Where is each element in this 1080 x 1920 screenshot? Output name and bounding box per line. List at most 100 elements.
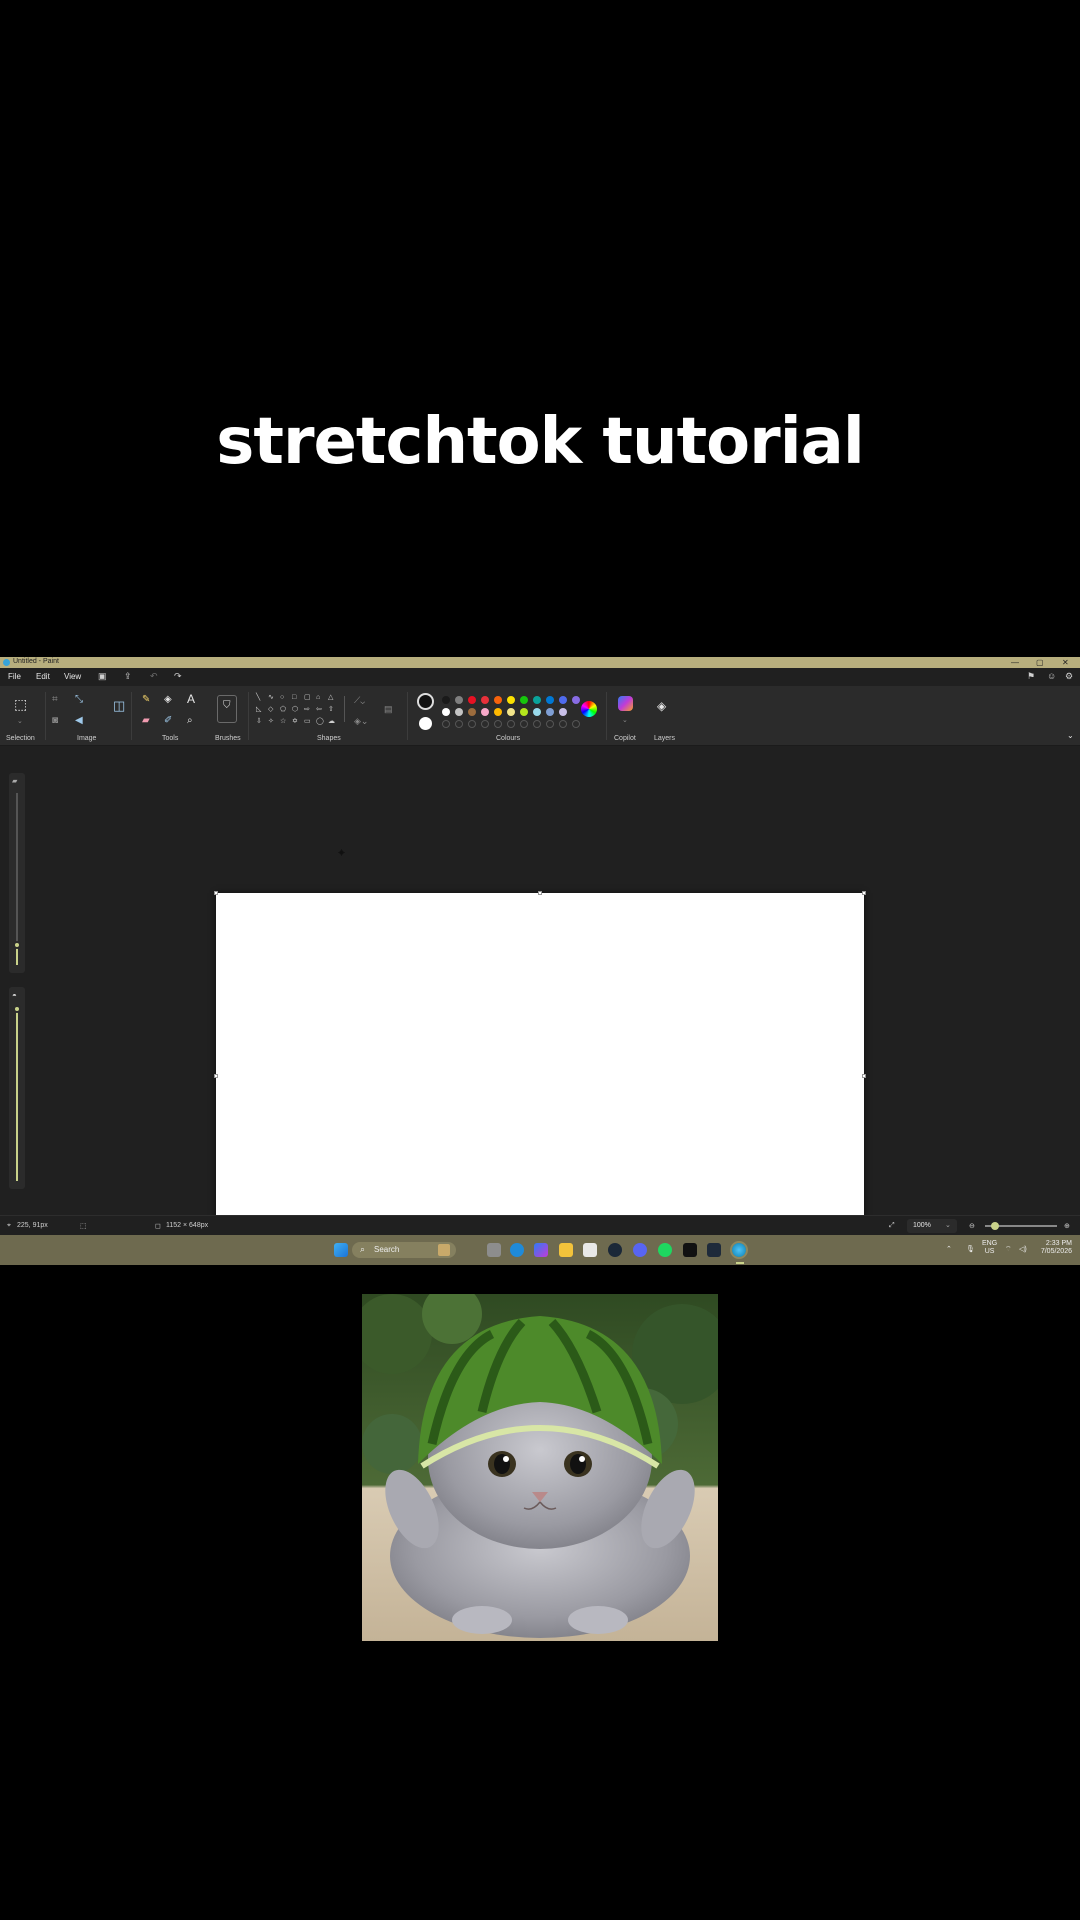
shape-rounded-rectangle-icon[interactable]: ▢ [304, 694, 311, 702]
shape-four-point-star-icon[interactable]: ✧ [268, 718, 274, 726]
show-hidden-icons-chevron[interactable]: ⌃ [946, 1245, 952, 1253]
menu-view[interactable]: View [64, 672, 81, 681]
edge-browser-icon[interactable] [510, 1243, 524, 1257]
shape-arrow-left-icon[interactable]: ⇦ [316, 706, 322, 714]
drawing-canvas[interactable] [216, 893, 864, 1258]
shape-hexagon-icon[interactable]: ⬡ [292, 706, 298, 714]
resize-handle[interactable] [214, 1074, 218, 1078]
color-swatch[interactable] [520, 708, 528, 716]
shape-curve-icon[interactable]: ∿ [268, 694, 274, 702]
brush-size-thumb[interactable] [13, 941, 21, 949]
secondary-color-swatch[interactable] [419, 717, 432, 730]
copilot-taskbar-icon[interactable] [534, 1243, 548, 1257]
start-windows-icon[interactable] [334, 1243, 348, 1257]
wifi-icon[interactable]: ⌔ [1005, 1245, 1012, 1254]
custom-color-slot[interactable] [572, 720, 580, 728]
color-swatch[interactable] [507, 696, 515, 704]
shape-callout-cloud-icon[interactable]: ☁ [328, 718, 335, 726]
custom-color-slot[interactable] [533, 720, 541, 728]
crop-icon[interactable]: ⌗ [52, 694, 58, 706]
shape-pentagon-icon[interactable]: ⬠ [280, 706, 286, 714]
redo-icon[interactable]: ↷ [174, 671, 182, 682]
shape-line-icon[interactable]: ╲ [256, 694, 260, 702]
shape-arrow-right-icon[interactable]: ⇨ [304, 706, 310, 714]
steam-icon[interactable] [608, 1243, 622, 1257]
color-swatch[interactable] [559, 696, 567, 704]
zoom-select[interactable]: 100% ⌄ [907, 1219, 957, 1233]
shape-callout-oval-icon[interactable]: ◯ [316, 718, 324, 726]
discord-icon[interactable] [633, 1243, 647, 1257]
account-icon[interactable]: ☺ [1047, 671, 1056, 681]
custom-color-slot[interactable] [442, 720, 450, 728]
shape-six-point-star-icon[interactable]: ✡ [292, 718, 298, 726]
magnifier-icon[interactable]: ⌕ [187, 715, 193, 727]
menu-file[interactable]: File [8, 672, 21, 681]
background-removal-icon[interactable]: ◫ [113, 699, 125, 712]
brush-size-slider[interactable]: ▰ [9, 773, 25, 973]
menu-edit[interactable]: Edit [36, 672, 50, 681]
color-swatch[interactable] [507, 708, 515, 716]
text-tool-icon[interactable]: A [187, 693, 195, 705]
capcut-icon[interactable] [683, 1243, 697, 1257]
shape-callout-rect-icon[interactable]: ▭ [304, 718, 311, 726]
custom-color-slot[interactable] [559, 720, 567, 728]
custom-color-slot[interactable] [494, 720, 502, 728]
color-swatch[interactable] [494, 696, 502, 704]
shape-right-triangle-icon[interactable]: ◺ [256, 706, 261, 714]
resize-handle[interactable] [214, 891, 218, 895]
minimize-button[interactable]: — [1011, 657, 1019, 668]
selection-dropdown-icon[interactable]: ⌄ [17, 716, 23, 728]
color-swatch[interactable] [533, 696, 541, 704]
settings-gear-icon[interactable]: ⚙ [1065, 671, 1073, 682]
pencil-icon[interactable]: ✎ [142, 694, 150, 706]
maximize-button[interactable]: ▢ [1036, 657, 1044, 668]
image-generator-icon[interactable]: ◙ [52, 715, 58, 727]
custom-color-slot[interactable] [468, 720, 476, 728]
custom-color-slot[interactable] [507, 720, 515, 728]
shape-oval-icon[interactable]: ○ [280, 694, 284, 702]
undo-icon[interactable]: ↶ [150, 671, 158, 682]
color-swatch[interactable] [468, 708, 476, 716]
shape-arrow-up-icon[interactable]: ⇧ [328, 706, 334, 714]
shape-size-icon[interactable]: ▤ [384, 703, 393, 715]
color-swatch[interactable] [481, 696, 489, 704]
layers-icon[interactable]: ◈ [657, 700, 666, 712]
shape-polygon-icon[interactable]: ⌂ [316, 694, 320, 702]
volume-icon[interactable]: ◁) [1019, 1245, 1027, 1253]
brush-selector-button[interactable]: ⛉ [217, 695, 237, 723]
shape-fill-icon[interactable]: ◈⌄ [354, 715, 368, 727]
selection-rectangle-icon[interactable]: ⬚ [14, 697, 27, 711]
shape-outline-icon[interactable]: ⟋⌄ [354, 694, 365, 706]
resize-icon[interactable]: ⤡ [75, 694, 83, 706]
opacity-thumb[interactable] [13, 1005, 21, 1013]
resize-handle[interactable] [538, 891, 542, 895]
custom-color-slot[interactable] [546, 720, 554, 728]
color-swatch[interactable] [455, 708, 463, 716]
spotify-icon[interactable] [658, 1243, 672, 1257]
edit-colors-icon[interactable] [581, 701, 597, 717]
color-swatch[interactable] [559, 708, 567, 716]
custom-color-slot[interactable] [455, 720, 463, 728]
eraser-icon[interactable]: ▰ [142, 715, 150, 727]
task-view-icon[interactable] [487, 1243, 501, 1257]
microphone-icon[interactable]: 🎙 [966, 1245, 975, 1253]
shape-five-point-star-icon[interactable]: ☆ [280, 718, 286, 726]
color-swatch[interactable] [572, 696, 580, 704]
calendar-app-icon[interactable] [583, 1243, 597, 1257]
color-swatch[interactable] [494, 708, 502, 716]
zoom-in-icon[interactable]: ⊕ [1064, 1222, 1070, 1230]
collapse-ribbon-chevron-icon[interactable]: ⌄ [1067, 730, 1074, 742]
dev-tool-icon[interactable] [707, 1243, 721, 1257]
resize-handle[interactable] [862, 891, 866, 895]
color-swatch[interactable] [442, 696, 450, 704]
share-icon[interactable]: ⇪ [124, 671, 132, 682]
shape-triangle-icon[interactable]: △ [328, 694, 333, 702]
custom-color-slot[interactable] [520, 720, 528, 728]
shape-diamond-icon[interactable]: ◇ [268, 706, 273, 714]
shape-arrow-down-icon[interactable]: ⇩ [256, 718, 262, 726]
color-swatch[interactable] [468, 696, 476, 704]
color-picker-icon[interactable]: ✐ [164, 715, 172, 727]
shape-rectangle-icon[interactable]: □ [292, 694, 296, 702]
fit-to-window-icon[interactable]: ⤢ [889, 1222, 895, 1230]
color-swatch[interactable] [546, 708, 554, 716]
